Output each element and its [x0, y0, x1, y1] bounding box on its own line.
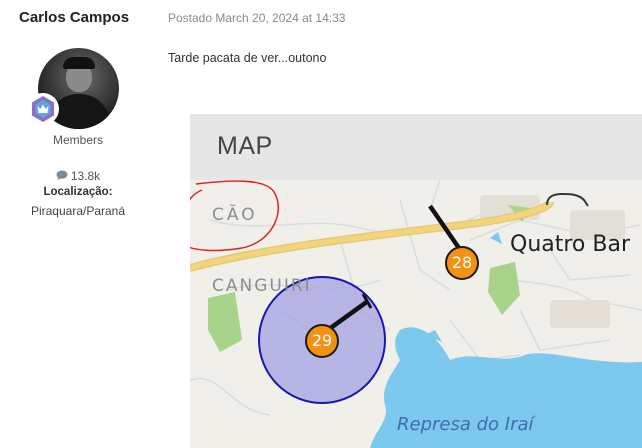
location-label: Localização:	[43, 186, 113, 198]
speech-bubble-icon	[56, 170, 68, 184]
map-marker-28[interactable]: 28	[445, 246, 479, 280]
author-name[interactable]: Carlos Campos	[19, 9, 129, 26]
post-body-text: Tarde pacata de ver...outono	[168, 51, 327, 65]
post-count-value: 13.8k	[70, 169, 101, 183]
crown-badge-icon	[27, 93, 59, 125]
member-group: Members	[52, 133, 103, 147]
map-title: MAP	[217, 132, 273, 160]
post-count: 13.8k	[0, 169, 156, 184]
place-label-represa: Represa do Iraí	[397, 414, 534, 435]
map-header: MAP	[190, 114, 642, 180]
location-value: Piraquara/Paraná	[30, 204, 126, 218]
place-label-quatro-barras: Quatro Bar	[510, 232, 631, 257]
map-marker-29[interactable]: 29	[305, 324, 339, 358]
map-image[interactable]: MAP CÃO CANGUIRI Quatro Bar Represa do I…	[190, 114, 642, 448]
post-timestamp[interactable]: Postado March 20, 2024 at 14:33	[168, 11, 345, 25]
place-label-canguiri: CANGUIRI	[212, 276, 312, 296]
place-label-cao: CÃO	[212, 205, 258, 225]
